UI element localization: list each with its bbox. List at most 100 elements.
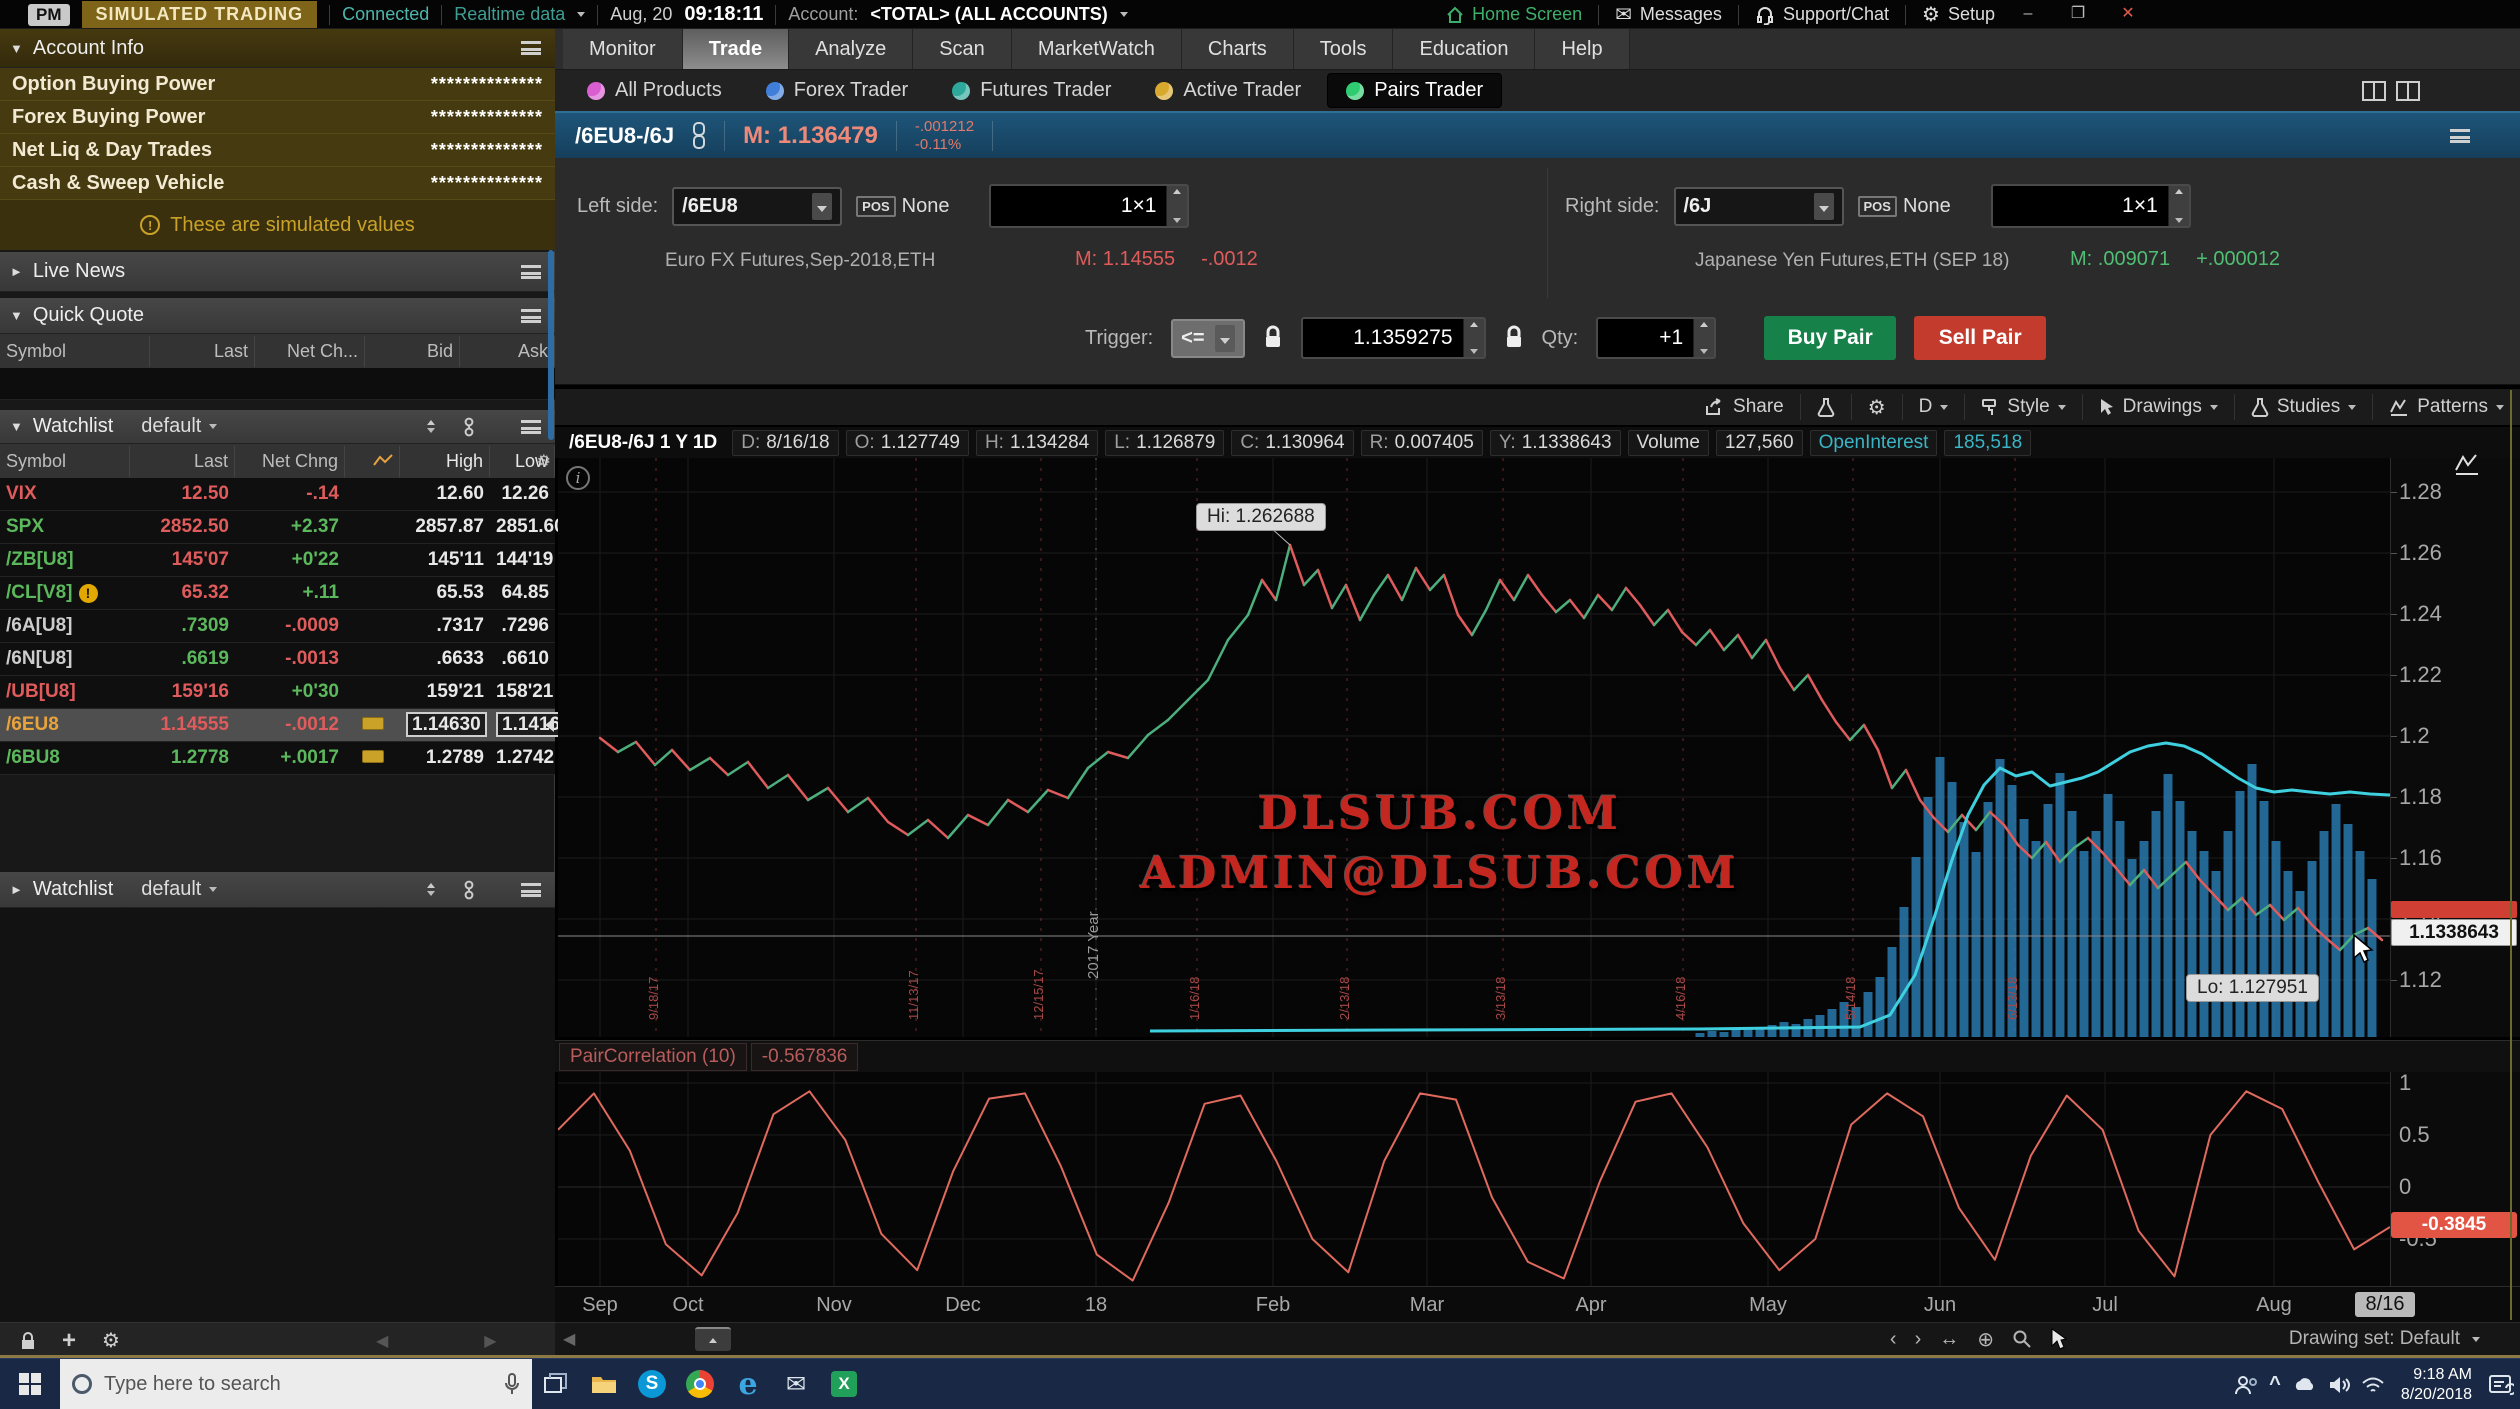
mail-icon[interactable]: ✉ — [772, 1359, 820, 1409]
quick-quote-header[interactable]: ▼Quick Quote — [0, 298, 555, 334]
menu-tab-marketwatch[interactable]: MarketWatch — [1012, 29, 1182, 69]
gear-icon[interactable]: ⚙ — [537, 451, 551, 471]
layout-grid-icon[interactable] — [2362, 81, 2386, 101]
trigger-price-input[interactable]: 1.1359275 — [1301, 317, 1486, 359]
correlation-study-label[interactable]: PairCorrelation (10) — [559, 1043, 747, 1071]
left-ratio-input[interactable]: 1×1 — [989, 184, 1189, 228]
account-row[interactable]: Forex Buying Power************** — [0, 101, 555, 134]
watchlist2-scroll-arrows[interactable] — [427, 883, 435, 896]
link-icon[interactable] — [461, 417, 477, 437]
live-news-header[interactable]: ►Live News — [0, 252, 555, 292]
watchlist-header[interactable]: ▼Watchlist default — [0, 410, 555, 444]
info-icon[interactable]: i — [566, 466, 590, 490]
sidebar-scrollbar-thumb[interactable] — [548, 250, 554, 440]
network-icon[interactable] — [2361, 1376, 2385, 1394]
taskbar-clock[interactable]: 9:18 AM 8/20/2018 — [2395, 1365, 2478, 1405]
account-row[interactable]: Cash & Sweep Vehicle************** — [0, 167, 555, 200]
watchlist-row-CLV8[interactable]: /CL[V8]!65.32+.1165.5364.85 — [0, 577, 555, 610]
microphone-icon[interactable] — [504, 1373, 520, 1395]
hidden-icons-chevron[interactable]: ^ — [2269, 1373, 2281, 1396]
menu-tab-help[interactable]: Help — [1535, 29, 1629, 69]
patterns-corner-icon[interactable] — [2454, 452, 2480, 481]
right-symbol-dropdown[interactable]: /6J — [1674, 187, 1844, 226]
menu-tab-tools[interactable]: Tools — [1294, 29, 1394, 69]
chart-settings-button[interactable]: ⚙ — [1851, 394, 1902, 420]
wl-column[interactable]: Last — [130, 446, 235, 477]
menu-icon[interactable] — [521, 265, 541, 279]
subtab-all-products[interactable]: All Products — [569, 74, 740, 107]
watchlist2-header[interactable]: ►Watchlist default — [0, 872, 555, 908]
chrome-icon[interactable] — [676, 1359, 724, 1409]
watchlist-name-dropdown[interactable]: default — [141, 415, 201, 438]
watchlist2-name-dropdown[interactable]: default — [141, 878, 201, 901]
qq-column-symbol[interactable]: Symbol — [0, 336, 150, 367]
realtime-data-status[interactable]: Realtime data — [454, 4, 565, 25]
messages-button[interactable]: ✉ Messages — [1615, 2, 1722, 27]
patterns-dropdown[interactable]: Patterns — [2372, 394, 2520, 420]
menu-tab-charts[interactable]: Charts — [1182, 29, 1294, 69]
subtab-active-trader[interactable]: Active Trader — [1137, 74, 1319, 107]
action-center-icon[interactable] — [2488, 1373, 2514, 1397]
pair-symbol[interactable]: /6EU8-/6J — [575, 123, 674, 149]
account-row[interactable]: Option Buying Power************** — [0, 68, 555, 101]
watchlist-row-6BU8[interactable]: /6BU81.2778+.00171.27891.2742 — [0, 742, 555, 775]
trigger-operator-dropdown[interactable]: <= — [1171, 319, 1244, 358]
drawings-dropdown[interactable]: Drawings — [2082, 394, 2234, 420]
correlation-chart[interactable] — [558, 1072, 2390, 1286]
spinner-buttons[interactable] — [1463, 319, 1484, 357]
wl-column[interactable]: Net Chng — [235, 446, 345, 477]
start-button[interactable] — [0, 1359, 60, 1409]
flask-button[interactable] — [1800, 394, 1851, 420]
spinner-buttons[interactable] — [2168, 186, 2189, 226]
green-app-icon[interactable]: X — [820, 1359, 868, 1409]
sell-pair-button[interactable]: Sell Pair — [1914, 316, 2046, 360]
left-symbol-dropdown[interactable]: /6EU8 — [672, 187, 842, 226]
restore-button[interactable]: ❐ — [2061, 4, 2095, 26]
subtab-forex-trader[interactable]: Forex Trader — [748, 74, 926, 107]
right-ratio-input[interactable]: 1×1 — [1991, 184, 2191, 228]
menu-icon[interactable] — [2450, 129, 2470, 143]
connection-status[interactable]: Connected — [342, 4, 429, 25]
link-icon[interactable] — [461, 880, 477, 900]
account-info-header[interactable]: ▼Account Info — [0, 29, 555, 68]
time-axis[interactable]: 8/16 SepOctNovDec18FebMarAprMayJunJulAug — [555, 1286, 2520, 1322]
add-icon[interactable]: + — [62, 1327, 76, 1355]
qq-column-bid[interactable]: Bid — [365, 336, 460, 367]
subtab-pairs-trader[interactable]: Pairs Trader — [1327, 73, 1502, 108]
onedrive-icon[interactable] — [2291, 1376, 2319, 1394]
watchlist-row-6NU8[interactable]: /6N[U8].6619-.0013.6633.6610 — [0, 643, 555, 676]
home-screen-button[interactable]: Home Screen — [1446, 4, 1582, 25]
qq-column-last[interactable]: Last — [150, 336, 255, 367]
lock-icon[interactable] — [1263, 325, 1283, 351]
globe-icon[interactable]: ⊕ — [1977, 1327, 1994, 1352]
studies-dropdown[interactable]: Studies — [2234, 394, 2372, 420]
gear-icon[interactable]: ⚙ — [102, 1328, 120, 1353]
menu-tab-analyze[interactable]: Analyze — [789, 29, 913, 69]
taskbar-search-input[interactable]: Type here to search — [60, 1359, 532, 1409]
menu-tab-education[interactable]: Education — [1393, 29, 1535, 69]
scroll-right-icon[interactable]: ▶ — [484, 1331, 496, 1351]
watchlist-scroll-arrows[interactable] — [427, 420, 435, 433]
setup-button[interactable]: ⚙ Setup — [1922, 2, 1995, 27]
wl-column[interactable] — [345, 446, 400, 477]
style-dropdown[interactable]: Style — [1964, 394, 2081, 420]
minimize-button[interactable]: – — [2011, 4, 2045, 26]
correlation-axis[interactable]: 10.50-0.5 — [2390, 1072, 2520, 1286]
watchlist-row-ZBU8[interactable]: /ZB[U8]145'07+0'22145'11144'19 — [0, 544, 555, 577]
menu-icon[interactable] — [521, 883, 541, 897]
lock-icon[interactable] — [20, 1331, 36, 1351]
menu-tab-scan[interactable]: Scan — [913, 29, 1012, 69]
internet-explorer-icon[interactable]: e — [724, 1359, 772, 1409]
qq-column-netch[interactable]: Net Ch... — [255, 336, 365, 367]
qq-column-ask[interactable]: Ask — [460, 336, 555, 367]
account-selector[interactable]: <TOTAL> (ALL ACCOUNTS) — [870, 4, 1107, 25]
zoom-icon[interactable] — [2012, 1329, 2032, 1349]
support-chat-button[interactable]: Support/Chat — [1755, 4, 1889, 25]
drawing-set-selector[interactable]: Drawing set: Default — [2289, 1328, 2460, 1350]
spinner-buttons[interactable] — [1693, 319, 1714, 357]
chain-link-icon[interactable] — [692, 122, 706, 150]
close-button[interactable]: ✕ — [2111, 4, 2145, 26]
wl-column[interactable]: High — [400, 446, 490, 477]
menu-icon[interactable] — [521, 309, 541, 323]
interval-dropdown[interactable]: D — [1902, 394, 1965, 420]
